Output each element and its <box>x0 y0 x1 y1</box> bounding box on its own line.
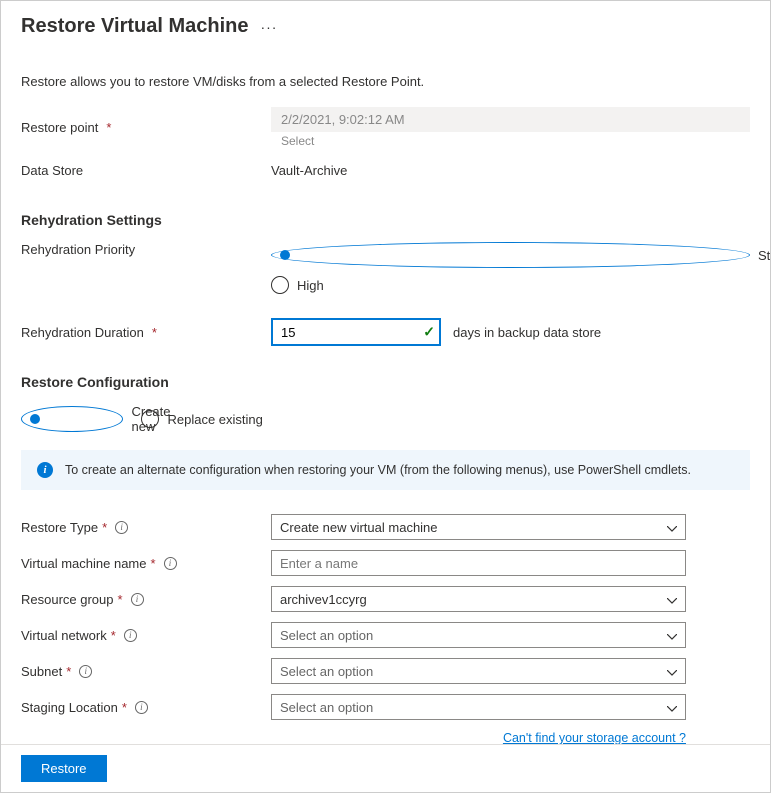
info-banner: i To create an alternate configuration w… <box>21 450 750 490</box>
chevron-down-icon <box>667 628 677 643</box>
restore-config-replace-existing[interactable]: Replace existing <box>141 410 262 428</box>
vm-name-label: Virtual machine name <box>21 556 147 571</box>
subnet-label: Subnet <box>21 664 62 679</box>
subnet-select[interactable]: Select an option <box>271 658 686 684</box>
validation-check-icon: ✓ <box>423 324 435 341</box>
chevron-down-icon <box>667 520 677 535</box>
radio-icon <box>141 410 159 428</box>
required-indicator: * <box>106 120 111 135</box>
radio-icon <box>271 276 289 294</box>
data-store-value: Vault-Archive <box>271 163 347 178</box>
info-tooltip-icon[interactable]: i <box>124 629 137 642</box>
radio-label: Standard <box>758 248 770 263</box>
restore-config-create-new[interactable]: Create new <box>21 404 123 434</box>
vm-name-input[interactable] <box>271 550 686 576</box>
radio-label: Replace existing <box>167 412 262 427</box>
restore-point-value[interactable]: 2/2/2021, 9:02:12 AM <box>271 107 750 132</box>
panel-footer: Restore <box>1 744 770 792</box>
select-value: Create new virtual machine <box>280 520 438 535</box>
rehydration-priority-standard[interactable]: Standard <box>271 242 750 268</box>
restore-configuration-header: Restore Configuration <box>21 374 750 390</box>
data-store-label: Data Store <box>21 163 83 178</box>
required-indicator: * <box>151 556 156 571</box>
duration-suffix: days in backup data store <box>453 325 601 340</box>
virtual-network-label: Virtual network <box>21 628 107 643</box>
staging-location-select[interactable]: Select an option <box>271 694 686 720</box>
restore-vm-panel: Restore Virtual Machine ··· Restore allo… <box>0 0 771 793</box>
required-indicator: * <box>102 520 107 535</box>
required-indicator: * <box>122 700 127 715</box>
chevron-down-icon <box>667 592 677 607</box>
radio-label: High <box>297 278 324 293</box>
info-tooltip-icon[interactable]: i <box>135 701 148 714</box>
select-value: Select an option <box>280 628 373 643</box>
required-indicator: * <box>152 325 157 340</box>
resource-group-select[interactable]: archivev1ccyrg <box>271 586 686 612</box>
info-tooltip-icon[interactable]: i <box>164 557 177 570</box>
radio-icon <box>271 242 750 268</box>
storage-account-link[interactable]: Can't find your storage account ? <box>503 731 686 744</box>
rehydration-priority-high[interactable]: High <box>271 276 750 294</box>
select-value: archivev1ccyrg <box>280 592 367 607</box>
page-description: Restore allows you to restore VM/disks f… <box>21 74 750 89</box>
rehydration-settings-header: Rehydration Settings <box>21 212 750 228</box>
restore-type-select[interactable]: Create new virtual machine <box>271 514 686 540</box>
required-indicator: * <box>118 592 123 607</box>
info-tooltip-icon[interactable]: i <box>79 665 92 678</box>
required-indicator: * <box>111 628 116 643</box>
resource-group-label: Resource group <box>21 592 114 607</box>
staging-location-label: Staging Location <box>21 700 118 715</box>
restore-button[interactable]: Restore <box>21 755 107 782</box>
more-menu-icon[interactable]: ··· <box>260 19 277 35</box>
select-value: Select an option <box>280 700 373 715</box>
chevron-down-icon <box>667 664 677 679</box>
info-text: To create an alternate configuration whe… <box>65 463 691 477</box>
rehydration-duration-label: Rehydration Duration <box>21 325 144 340</box>
select-value: Select an option <box>280 664 373 679</box>
required-indicator: * <box>66 664 71 679</box>
rehydration-duration-input[interactable] <box>271 318 441 346</box>
rehydration-priority-label: Rehydration Priority <box>21 242 135 257</box>
virtual-network-select[interactable]: Select an option <box>271 622 686 648</box>
info-icon: i <box>37 462 53 478</box>
page-title: Restore Virtual Machine <box>21 15 248 38</box>
restore-point-label: Restore point <box>21 120 98 135</box>
info-tooltip-icon[interactable]: i <box>115 521 128 534</box>
info-tooltip-icon[interactable]: i <box>131 593 144 606</box>
restore-type-label: Restore Type <box>21 520 98 535</box>
restore-point-select-link[interactable]: Select <box>271 132 750 148</box>
chevron-down-icon <box>667 700 677 715</box>
radio-icon <box>21 406 123 432</box>
